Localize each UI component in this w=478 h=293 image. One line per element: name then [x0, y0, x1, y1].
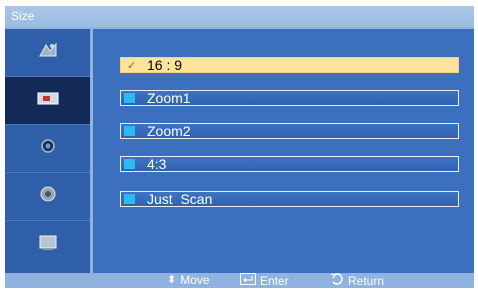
- option-just-scan[interactable]: Just Scan: [120, 191, 459, 207]
- option-4-3[interactable]: 4:3: [120, 156, 459, 172]
- move-hint: ⬍ Move: [167, 273, 210, 288]
- option-marker: [124, 194, 135, 204]
- sidebar: [5, 29, 90, 273]
- return-icon: [330, 273, 344, 288]
- sidebar-item-input[interactable]: [5, 221, 90, 269]
- updown-arrow-icon: ⬍: [167, 274, 177, 286]
- options-panel: ✓ 16 : 9 Zoom1 Zoom2 4:3 Just Scan: [93, 29, 474, 273]
- option-16-9[interactable]: ✓ 16 : 9: [120, 57, 459, 73]
- option-zoom2[interactable]: Zoom2: [120, 123, 459, 139]
- footer-bar: ⬍ Move Enter Return: [5, 273, 474, 288]
- option-label: Zoom2: [147, 123, 191, 139]
- input-icon: [38, 234, 58, 257]
- option-label: 4:3: [147, 156, 167, 172]
- picture-icon: [37, 41, 59, 64]
- return-label: Return: [348, 273, 385, 288]
- sidebar-item-picture[interactable]: [5, 29, 90, 77]
- option-label: Zoom1: [147, 90, 191, 106]
- sound-icon: [40, 138, 56, 159]
- check-icon: ✓: [127, 60, 137, 72]
- return-hint: Return: [330, 273, 384, 288]
- option-marker: [124, 93, 135, 103]
- option-label: Just Scan: [147, 191, 213, 207]
- move-label: Move: [180, 273, 210, 287]
- option-zoom1[interactable]: Zoom1: [120, 90, 459, 106]
- enter-icon: [240, 273, 256, 288]
- menu-title: Size: [5, 6, 474, 27]
- option-marker: [124, 126, 135, 136]
- size-icon: [36, 90, 60, 111]
- sidebar-item-size[interactable]: [5, 77, 90, 125]
- sidebar-item-setup[interactable]: [5, 173, 90, 221]
- enter-label: Enter: [260, 273, 289, 288]
- option-label: 16 : 9: [147, 57, 183, 73]
- option-marker: [124, 159, 135, 169]
- setup-icon: [38, 184, 58, 209]
- osd-panel: Size ✓ 16: 9 Zoom1 Zoom2 4:3 Just Scan …: [5, 6, 474, 288]
- enter-hint: Enter: [240, 273, 289, 288]
- sidebar-item-sound[interactable]: [5, 125, 90, 173]
